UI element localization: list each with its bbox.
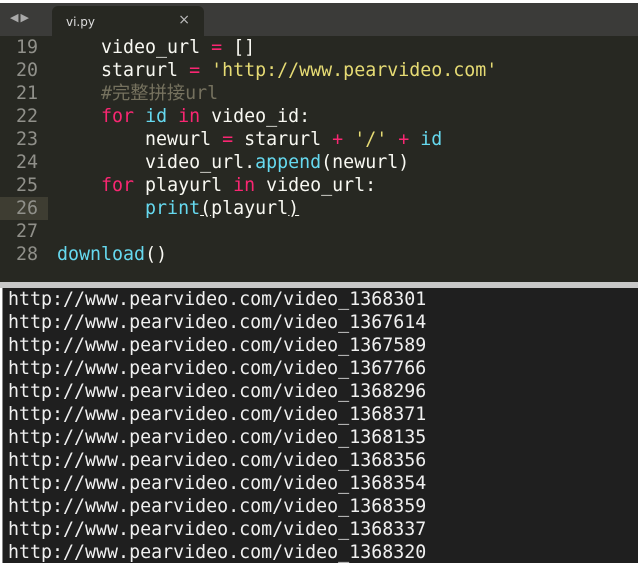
line-number: 23	[15, 129, 38, 150]
line-number: 24	[15, 152, 38, 173]
output-line: http://www.pearvideo.com/video_1368359	[8, 496, 427, 517]
code-token: #完整拼接url	[57, 83, 219, 104]
output-line: http://www.pearvideo.com/video_1367766	[8, 358, 427, 379]
code-token: in	[233, 175, 256, 196]
code-token: (	[200, 198, 212, 219]
code-token: +	[398, 129, 410, 150]
code-token: []	[222, 37, 256, 58]
code-token: =	[211, 37, 223, 58]
code-token: '/'	[354, 129, 388, 150]
code-text: download()	[57, 243, 167, 266]
code-token: video_url	[57, 37, 212, 58]
output-line: http://www.pearvideo.com/video_1368135	[8, 427, 427, 448]
code-text: video_url.append(newurl)	[57, 151, 409, 174]
tab-bar: ◀▶ vi.py ×	[0, 3, 638, 36]
code-text: print(playurl)	[57, 197, 299, 220]
output-line: http://www.pearvideo.com/video_1368296	[8, 381, 427, 402]
tab-filename: vi.py	[66, 15, 95, 29]
code-token: (newurl)	[321, 152, 410, 173]
code-token: id	[420, 129, 443, 150]
code-token: 'http://www.pearvideo.com'	[211, 60, 498, 81]
line-number: 27	[15, 221, 38, 242]
code-token: ()	[145, 244, 168, 265]
output-line: http://www.pearvideo.com/video_1368337	[8, 519, 427, 540]
code-editor[interactable]: 19 video_url = [] 20 starurl = 'http://ww…	[0, 36, 638, 282]
line-number: 26	[0, 197, 48, 220]
code-line[interactable]: 21 #完整拼接url	[0, 82, 638, 105]
code-token: starurl	[233, 129, 333, 150]
code-token: for	[57, 175, 135, 196]
code-token: playurl	[134, 175, 234, 196]
tab-nav-arrows-icon[interactable]: ◀▶	[10, 11, 31, 24]
line-number: 20	[15, 60, 38, 81]
tab-vi-py[interactable]: vi.py ×	[52, 6, 204, 36]
output-line: http://www.pearvideo.com/video_1368354	[8, 473, 427, 494]
code-line[interactable]: 25 for playurl in video_url:	[0, 174, 638, 197]
code-token: )	[288, 198, 300, 219]
output-console: http://www.pearvideo.com/video_1368301 ht…	[2, 288, 638, 563]
code-line[interactable]: 27	[0, 220, 638, 243]
code-text: for playurl in video_url:	[57, 174, 376, 197]
code-token: =	[222, 129, 234, 150]
output-line: http://www.pearvideo.com/video_1368371	[8, 404, 427, 425]
code-text: video_url = []	[57, 36, 255, 59]
code-text: #完整拼接url	[57, 82, 218, 105]
code-token: id	[145, 106, 168, 127]
line-number: 19	[15, 37, 38, 58]
code-line[interactable]: 22 for id in video_id:	[0, 105, 638, 128]
code-text: starurl = 'http://www.pearvideo.com'	[57, 59, 497, 82]
code-token: download	[57, 244, 146, 265]
output-line: http://www.pearvideo.com/video_1368301	[8, 289, 427, 310]
code-token: print	[57, 198, 201, 219]
close-tab-icon[interactable]: ×	[178, 12, 190, 28]
code-token: =	[189, 60, 201, 81]
code-token: +	[332, 129, 344, 150]
line-number: 21	[15, 83, 38, 104]
line-number: 28	[15, 244, 38, 265]
code-line[interactable]: 23 newurl = starurl + '/' + id	[0, 128, 638, 151]
code-token: for	[57, 106, 135, 127]
output-line: http://www.pearvideo.com/video_1367589	[8, 335, 427, 356]
code-token: playurl	[211, 198, 289, 219]
code-line[interactable]: 26 print(playurl)	[0, 197, 638, 220]
code-line[interactable]: 19 video_url = []	[0, 36, 638, 59]
code-token: video_url:	[255, 175, 377, 196]
code-text: for id in video_id:	[57, 105, 310, 128]
code-token: video_url.	[57, 152, 256, 173]
code-line[interactable]: 20 starurl = 'http://www.pearvideo.com'	[0, 59, 638, 82]
output-line: http://www.pearvideo.com/video_1367614	[8, 312, 427, 333]
code-token: video_id:	[200, 106, 311, 127]
output-line: http://www.pearvideo.com/video_1368356	[8, 450, 427, 471]
output-line: http://www.pearvideo.com/video_1368320	[8, 542, 427, 563]
line-number: 22	[15, 106, 38, 127]
code-line[interactable]: 28 download()	[0, 243, 638, 266]
code-line[interactable]: 24 video_url.append(newurl)	[0, 151, 638, 174]
code-token: in	[178, 106, 201, 127]
code-token: starurl	[57, 60, 190, 81]
code-token: newurl	[57, 129, 223, 150]
line-number: 25	[15, 175, 38, 196]
code-text: newurl = starurl + '/' + id	[57, 128, 442, 151]
code-token: append	[255, 152, 322, 173]
